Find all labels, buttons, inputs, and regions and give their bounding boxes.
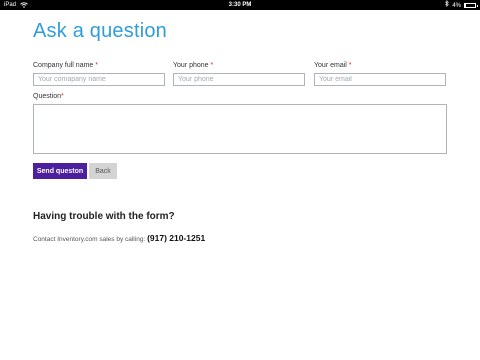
help-text: Contact Inventory.com sales by calling: … bbox=[33, 233, 205, 243]
battery-percent: 4% bbox=[452, 2, 461, 9]
question-label-text: Question bbox=[33, 93, 62, 100]
bluetooth-icon bbox=[445, 0, 450, 11]
required-mark: * bbox=[95, 62, 98, 69]
send-question-button[interactable]: Send queston bbox=[33, 163, 87, 179]
page-title: Ask a question bbox=[33, 20, 167, 42]
phone-label: Your phone * bbox=[173, 62, 213, 69]
help-heading: Having trouble with the form? bbox=[33, 211, 175, 222]
battery-icon bbox=[464, 3, 478, 8]
clock: 3:30 PM bbox=[228, 2, 252, 8]
required-mark: * bbox=[348, 62, 352, 69]
required-mark: * bbox=[61, 93, 64, 100]
email-label: Your email * bbox=[314, 62, 352, 69]
question-textarea[interactable] bbox=[33, 104, 447, 154]
status-bar-right: 4% bbox=[445, 0, 478, 11]
status-bar: iPad 3:30 PM 4% bbox=[0, 0, 480, 10]
email-label-text: Your email bbox=[314, 62, 347, 69]
phone-input[interactable] bbox=[173, 73, 305, 86]
required-mark: * bbox=[210, 62, 214, 69]
company-name-input[interactable] bbox=[33, 73, 165, 86]
company-label-text: Company full name bbox=[33, 62, 94, 69]
phone-label-text: Your phone bbox=[173, 62, 209, 69]
help-contact-text: Contact Inventory.com sales by calling: bbox=[33, 236, 146, 243]
company-label: Company full name * bbox=[33, 62, 98, 69]
back-button[interactable]: Back bbox=[89, 163, 117, 179]
sales-phone-number[interactable]: (917) 210-1251 bbox=[147, 233, 205, 243]
email-input[interactable] bbox=[314, 73, 446, 86]
question-label: Question* bbox=[33, 93, 64, 100]
